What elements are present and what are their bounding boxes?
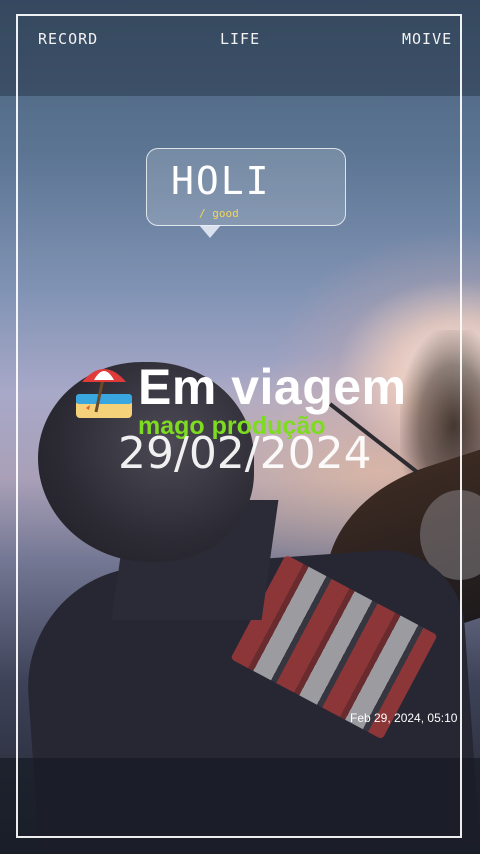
headline-text: Em viagem [138, 359, 407, 415]
label-life: LIFE [220, 30, 261, 48]
bubble-title: HOLI [171, 159, 271, 203]
label-moive: MOIVE [402, 30, 453, 48]
photo-timestamp: Feb 29, 2024, 05:10 [350, 711, 458, 725]
large-date: 29/02/2024 [118, 428, 372, 479]
label-record: RECORD [38, 30, 99, 48]
bubble-subtitle: / good [199, 207, 239, 220]
beach-umbrella-icon [76, 369, 132, 418]
speech-bubble-tail [199, 225, 221, 238]
speech-bubble: HOLI / good [146, 148, 346, 226]
